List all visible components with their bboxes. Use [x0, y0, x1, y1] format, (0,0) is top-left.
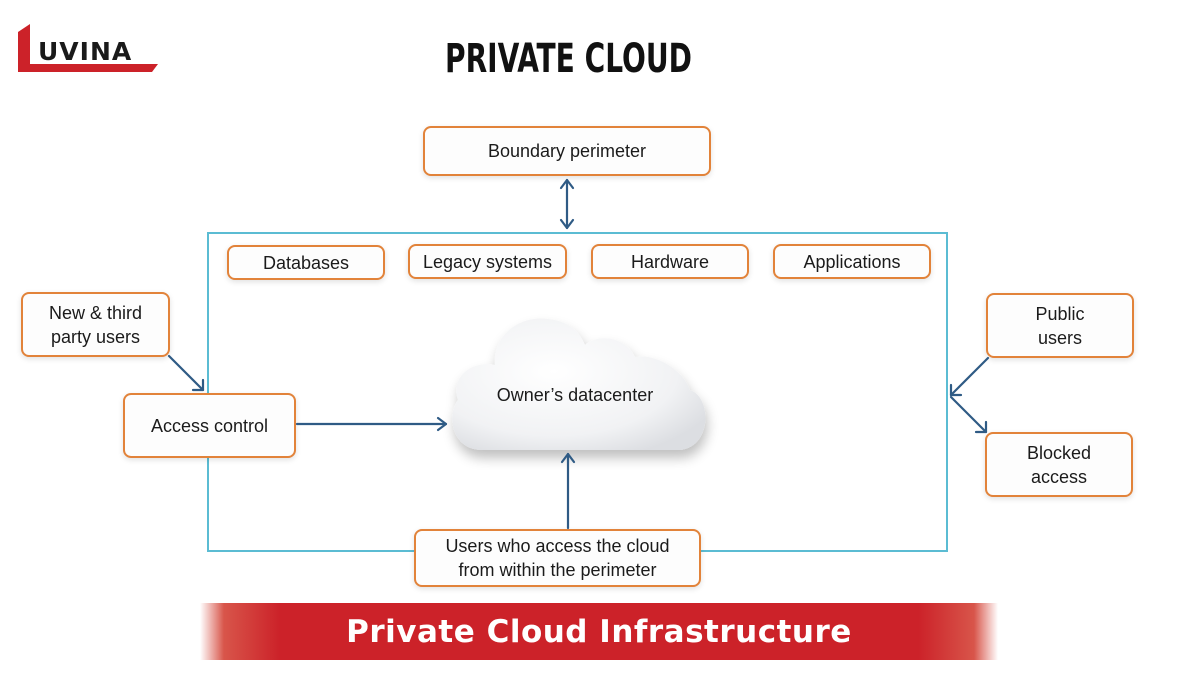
- blocked-access-arrow: [949, 395, 988, 434]
- access-control-to-cloud-arrow: [295, 416, 448, 432]
- third-party-arrow: [167, 354, 205, 392]
- banner-text: Private Cloud Infrastructure: [346, 613, 852, 650]
- footer-banner: Private Cloud Infrastructure: [200, 603, 998, 660]
- internal-users-to-cloud-arrow: [560, 452, 576, 530]
- public-users-arrow: [949, 356, 990, 397]
- connector-arrows: [167, 178, 990, 530]
- boundary-double-arrow: [559, 178, 575, 230]
